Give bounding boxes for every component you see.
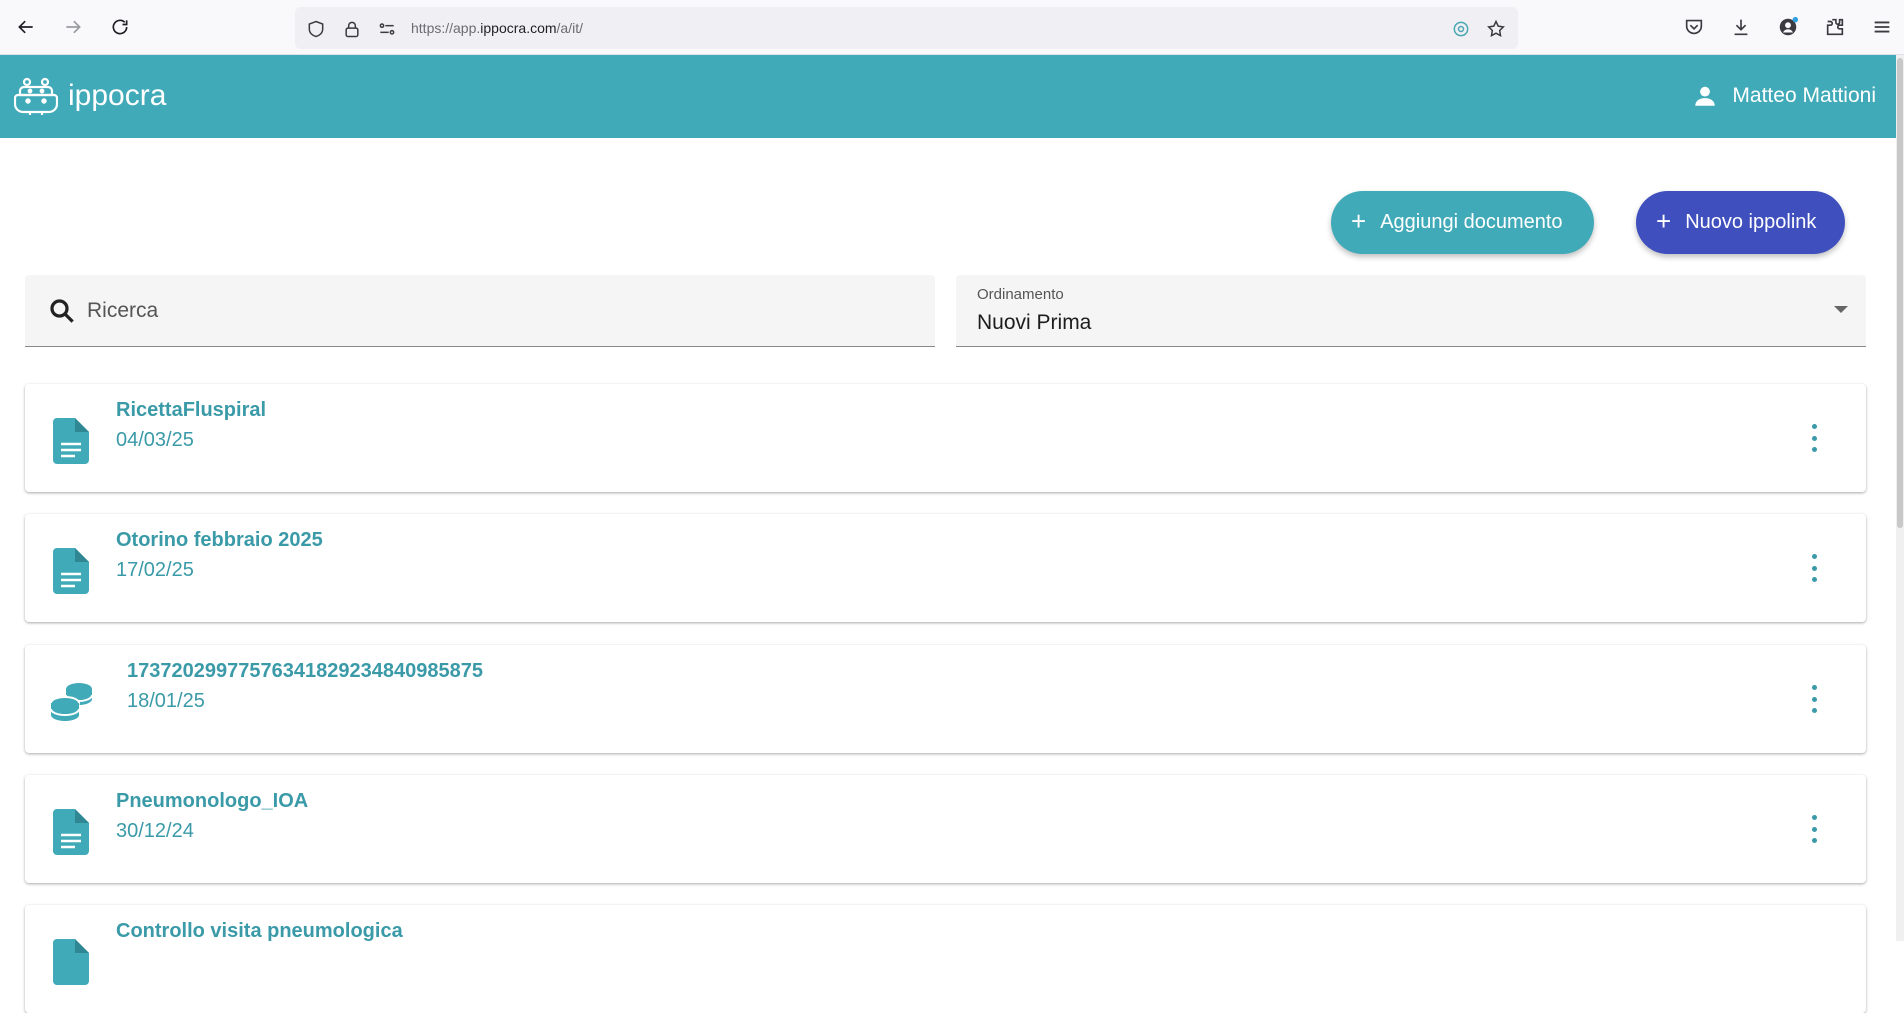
add-document-button[interactable]: + Aggiungi documento bbox=[1331, 191, 1594, 254]
pocket-icon[interactable] bbox=[1681, 14, 1707, 40]
extensions-icon[interactable] bbox=[1822, 14, 1848, 40]
shield-icon[interactable] bbox=[305, 18, 327, 40]
reload-button[interactable] bbox=[106, 12, 134, 42]
document-title[interactable]: Otorino febbraio 2025 bbox=[116, 529, 323, 552]
search-input[interactable] bbox=[87, 293, 907, 329]
document-card[interactable]: 1737202997757634182923484098587​5 18/01/… bbox=[25, 645, 1866, 753]
arrow-left-icon bbox=[18, 20, 33, 34]
forward-button[interactable] bbox=[59, 12, 87, 42]
extension-icon[interactable] bbox=[1450, 18, 1472, 40]
document-title[interactable]: Pneumonologo_IOA bbox=[116, 790, 308, 813]
sort-value: Nuovi Prima bbox=[977, 311, 1092, 334]
lock-icon[interactable] bbox=[341, 18, 363, 40]
more-vert-icon[interactable] bbox=[1810, 815, 1818, 843]
document-date: 18/01/25 bbox=[127, 690, 205, 712]
plus-icon: + bbox=[1656, 206, 1672, 236]
document-icon bbox=[53, 939, 89, 985]
address-bar[interactable]: https://app.ippocra.com/a/it/ bbox=[295, 7, 1518, 49]
document-title[interactable]: RicettaFluspiral bbox=[116, 399, 266, 422]
back-button[interactable] bbox=[12, 12, 40, 42]
app-logo-text[interactable]: ippocra bbox=[68, 79, 166, 113]
search-icon bbox=[50, 299, 74, 323]
search-field[interactable] bbox=[25, 275, 935, 347]
new-ippolink-button[interactable]: + Nuovo ippolink bbox=[1636, 191, 1845, 254]
coins-icon bbox=[50, 683, 93, 721]
document-icon bbox=[53, 418, 89, 464]
user-name: Matteo Mattioni bbox=[1732, 84, 1876, 107]
sort-label: Ordinamento bbox=[977, 286, 1064, 303]
permissions-icon[interactable] bbox=[376, 18, 398, 40]
url-text[interactable]: https://app.ippocra.com/a/it/ bbox=[411, 20, 583, 36]
browser-toolbar: https://app.ippocra.com/a/it/ bbox=[0, 0, 1904, 55]
bookmark-star-icon[interactable] bbox=[1485, 18, 1507, 40]
document-card[interactable]: RicettaFluspiral 04/03/25 bbox=[25, 384, 1866, 492]
app-header: ippocra Matteo Mattioni bbox=[0, 55, 1904, 138]
download-icon[interactable] bbox=[1728, 14, 1754, 40]
arrow-right-icon bbox=[66, 20, 81, 34]
more-vert-icon[interactable] bbox=[1810, 554, 1818, 582]
document-title[interactable]: Controllo visita pneumologica bbox=[116, 920, 403, 943]
plus-icon: + bbox=[1351, 206, 1367, 236]
new-ippolink-label: Nuovo ippolink bbox=[1685, 211, 1817, 233]
document-card[interactable]: Pneumonologo_IOA 30/12/24 bbox=[25, 775, 1866, 883]
scrollbar-thumb[interactable] bbox=[1897, 58, 1903, 528]
document-date: 04/03/25 bbox=[116, 429, 194, 451]
document-date: 30/12/24 bbox=[116, 820, 194, 842]
caret-down-icon bbox=[1834, 306, 1848, 313]
document-icon bbox=[53, 548, 89, 594]
document-card[interactable]: Controllo visita pneumologica bbox=[25, 905, 1866, 1013]
sort-select[interactable]: Ordinamento Nuovi Prima bbox=[956, 275, 1866, 347]
hippo-logo-icon[interactable] bbox=[14, 75, 58, 119]
document-date: 17/02/25 bbox=[116, 559, 194, 581]
document-icon bbox=[53, 809, 89, 855]
more-vert-icon[interactable] bbox=[1810, 424, 1818, 452]
reload-icon bbox=[112, 19, 128, 35]
menu-hamburger-icon[interactable] bbox=[1869, 14, 1895, 40]
more-vert-icon[interactable] bbox=[1810, 685, 1818, 713]
account-icon[interactable] bbox=[1775, 14, 1801, 40]
document-card[interactable]: Otorino febbraio 2025 17/02/25 bbox=[25, 514, 1866, 622]
person-icon bbox=[1695, 86, 1716, 106]
document-title[interactable]: 1737202997757634182923484098587​5 bbox=[127, 660, 483, 683]
user-menu[interactable]: Matteo Mattioni bbox=[1692, 83, 1876, 109]
add-document-label: Aggiungi documento bbox=[1380, 211, 1563, 233]
